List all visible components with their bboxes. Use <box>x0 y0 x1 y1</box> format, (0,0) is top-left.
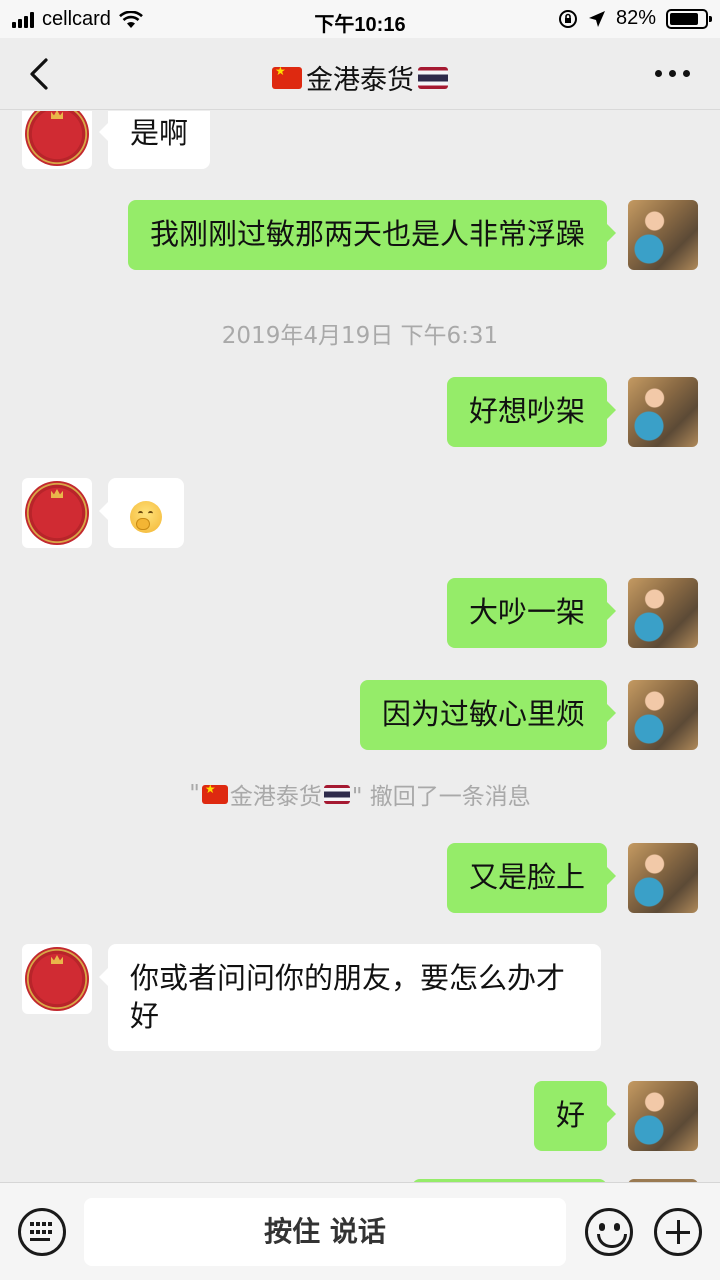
thinking-face-emoji <box>130 501 162 533</box>
keyboard-icon[interactable] <box>18 1208 66 1256</box>
recall-notice: " 金港泰货 " 撤回了一条消息 <box>0 777 720 811</box>
timestamp: 2019年4月19日 下午6:31 <box>221 323 499 349</box>
message-bubble[interactable]: 你或者问问你的朋友，要怎么办才 好 <box>99 944 601 1051</box>
message-row: 我刚刚过敏那两天也是人非常浮躁 <box>0 200 720 270</box>
message-bubble[interactable]: 大吵一架 <box>446 578 617 648</box>
message-row: 好 <box>0 1081 720 1151</box>
message-row: 是啊 <box>0 111 720 169</box>
message-bubble[interactable] <box>99 478 184 548</box>
contact-avatar[interactable] <box>22 944 92 1014</box>
battery-icon <box>666 8 712 29</box>
rotation-lock-icon <box>558 9 577 28</box>
seal-logo <box>25 481 89 545</box>
plus-icon[interactable] <box>654 1208 702 1256</box>
message-bubble[interactable]: 好想吵架 <box>446 377 617 447</box>
message-row: 又是脸上 <box>0 843 720 913</box>
thailand-flag-icon <box>323 784 350 804</box>
chat-area[interactable]: 是啊 我刚刚过敏那两天也是人非常浮躁 2019年4月19日 下午6:31 好想吵… <box>0 111 720 1182</box>
battery-percent: 82% <box>615 7 656 29</box>
hold-to-talk-button[interactable]: 按住 说话 <box>84 1198 566 1266</box>
nav-bar: 金港泰货 <box>0 38 720 110</box>
seal-logo <box>25 947 89 1011</box>
self-avatar[interactable] <box>628 1081 698 1151</box>
seal-logo <box>25 111 89 166</box>
status-bar: cellcard 下午10:16 82% <box>0 0 720 38</box>
message-row: 你或者问问你的朋友，要怎么办才 好 <box>0 944 720 1052</box>
message-bubble[interactable]: 是啊 <box>98 111 211 169</box>
self-avatar[interactable] <box>628 578 698 648</box>
message-row <box>0 478 720 548</box>
smiley-icon[interactable] <box>585 1208 633 1256</box>
china-flag-icon <box>201 784 228 804</box>
input-bar: 按住 说话 <box>0 1182 720 1280</box>
status-right: 82% <box>558 7 712 30</box>
message-row: 好想吵架 <box>0 377 720 447</box>
thailand-flag-icon <box>418 66 448 89</box>
china-flag-icon <box>272 66 302 89</box>
chat-title-text: 金港泰货 <box>306 65 414 96</box>
self-avatar[interactable] <box>628 680 698 750</box>
self-avatar[interactable] <box>628 843 698 913</box>
message-bubble[interactable]: 因为过敏心里烦 <box>359 680 617 750</box>
more-dots-icon[interactable] <box>655 70 690 77</box>
message-row: 因为过敏心里烦 <box>0 680 720 750</box>
message-bubble[interactable]: 好 <box>533 1081 617 1151</box>
self-avatar[interactable] <box>628 377 698 447</box>
message-bubble[interactable]: 我刚刚过敏那两天也是人非常浮躁 <box>127 200 617 270</box>
self-avatar[interactable] <box>628 200 698 270</box>
message-row: 大吵一架 <box>0 578 720 648</box>
contact-avatar[interactable] <box>22 478 92 548</box>
contact-avatar[interactable] <box>22 111 92 169</box>
message-bubble[interactable]: 又是脸上 <box>446 843 617 913</box>
chat-title: 金港泰货 <box>0 58 720 97</box>
location-icon <box>588 10 605 27</box>
